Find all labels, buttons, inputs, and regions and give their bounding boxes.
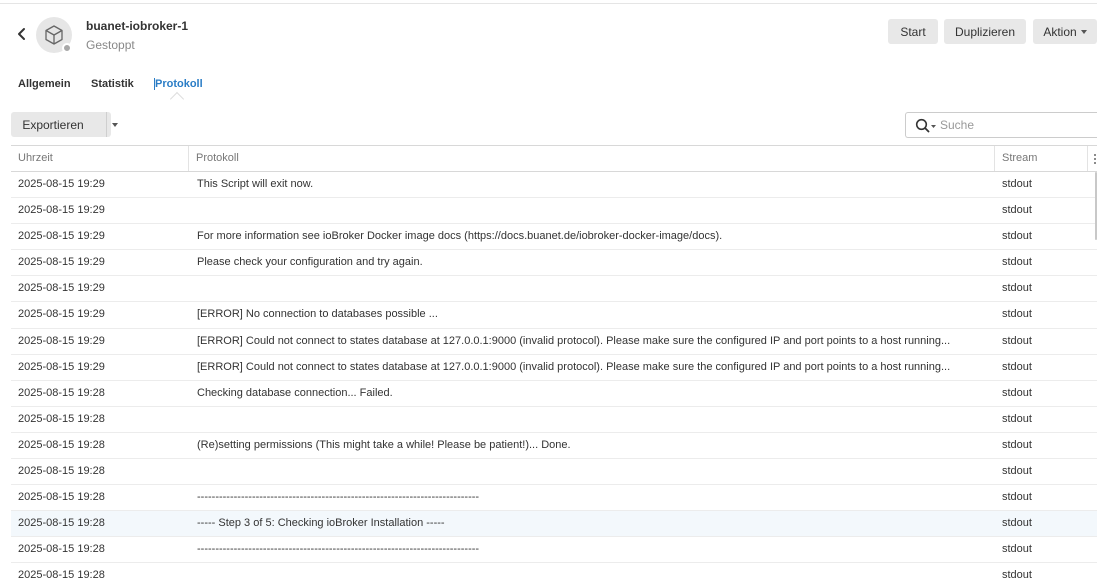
cell-time: 2025-08-15 19:29 [18,204,105,217]
table-row[interactable]: 2025-08-15 19:28 ------------------------… [11,537,1097,564]
app-status: Gestoppt [86,38,135,52]
export-dropdown-toggle[interactable] [107,112,122,137]
action-dropdown[interactable]: Aktion [1033,19,1097,44]
search-options-button[interactable] [915,118,937,134]
cell-time: 2025-08-15 19:29 [18,230,105,243]
tab-allgemein[interactable]: Allgemein [18,78,71,90]
cell-log [190,276,985,302]
table-row[interactable]: 2025-08-15 19:28 Checking database connec… [11,381,1097,407]
cell-log: Checking database connection... Failed. [197,386,393,399]
status-indicator [62,43,72,53]
cell-log: Please check your configuration and try … [197,256,423,269]
cell-log: ----- Step 3 of 5: Checking ioBroker Ins… [197,517,445,530]
package-icon [45,25,63,45]
cell-time: 2025-08-15 19:28 [18,543,105,556]
cell-stream: stdout [1002,543,1032,556]
cell-time: 2025-08-15 19:28 [18,412,105,425]
table-row[interactable]: 2025-08-15 19:29 [ERROR] Could not connec… [11,355,1097,381]
tab-statistik[interactable]: Statistik [91,78,134,90]
cell-stream: stdout [1002,517,1032,530]
table-header: Uhrzeit Protokoll Stream [11,146,1097,172]
cell-time: 2025-08-15 19:29 [18,178,105,190]
table-row[interactable]: 2025-08-15 19:29 [ERROR] Could not connec… [11,329,1097,355]
cell-stream: stdout [1002,230,1032,243]
cell-stream: stdout [1002,465,1032,478]
column-header-stream[interactable]: Stream [995,146,1088,171]
action-dropdown-label: Aktion [1043,24,1077,39]
column-header-log[interactable]: Protokoll [189,146,995,171]
cell-stream: stdout [1002,308,1032,321]
cell-stream: stdout [1002,334,1032,347]
cell-stream: stdout [1002,204,1032,217]
cell-log [190,563,985,586]
tab-protokoll[interactable]: Protokoll [154,78,203,90]
start-button[interactable]: Start [888,19,938,44]
cell-log [190,407,985,433]
cell-stream: stdout [1002,282,1032,295]
cell-time: 2025-08-15 19:28 [18,438,105,451]
cell-stream: stdout [1002,569,1032,582]
cell-time: 2025-08-15 19:28 [18,386,105,399]
cell-stream: stdout [1002,256,1032,269]
table-body: 2025-08-15 19:29 This Script will exit no… [11,172,1097,586]
export-button[interactable]: Exportieren [11,112,95,137]
export-button-group: Exportieren [11,112,118,137]
tab-bar: Allgemein Statistik Protokoll [0,70,400,107]
column-header-time[interactable]: Uhrzeit [11,146,189,171]
column-menu-icon[interactable] [1093,146,1097,171]
table-row[interactable]: 2025-08-15 19:29 Please check your config… [11,250,1097,277]
log-table: Uhrzeit Protokoll Stream 2025-08-15 19:2… [11,145,1097,586]
cell-log [190,198,985,224]
caret-down-icon [1080,29,1087,34]
table-row[interactable]: 2025-08-15 19:29 stdout [11,198,1097,225]
cell-stream: stdout [1002,178,1032,190]
cell-time: 2025-08-15 19:28 [18,569,105,582]
table-row[interactable]: 2025-08-15 19:28 stdout [11,563,1097,586]
table-row[interactable]: 2025-08-15 19:28 stdout [11,407,1097,433]
cell-time: 2025-08-15 19:28 [18,491,105,504]
cell-log: This Script will exit now. [197,178,314,190]
table-row[interactable]: 2025-08-15 19:28 ----- Step 3 of 5: Check… [11,511,1097,538]
cell-time: 2025-08-15 19:29 [18,282,105,295]
cell-log: ----------------------------------------… [197,491,480,504]
cell-log: [ERROR] Could not connect to states data… [197,360,951,373]
caret-down-icon [111,122,118,127]
cell-time: 2025-08-15 19:28 [18,517,105,530]
cell-log: [ERROR] No connection to databases possi… [197,308,438,321]
cell-log: (Re)setting permissions (This might take… [197,438,571,451]
search-box [905,112,1097,138]
search-input[interactable] [940,116,1090,134]
table-row[interactable]: 2025-08-15 19:29 For more information see… [11,224,1097,251]
cell-stream: stdout [1002,438,1032,451]
table-row[interactable]: 2025-08-15 19:29 This Script will exit no… [11,172,1097,199]
table-row[interactable]: 2025-08-15 19:28 ------------------------… [11,485,1097,512]
cell-time: 2025-08-15 19:29 [18,308,105,321]
cell-stream: stdout [1002,491,1032,504]
cell-time: 2025-08-15 19:29 [18,360,105,373]
table-row[interactable]: 2025-08-15 19:29 [ERROR] No connection to… [11,302,1097,329]
active-tab-pointer [169,91,185,107]
table-row[interactable]: 2025-08-15 19:28 stdout [11,459,1097,486]
search-icon [915,118,936,133]
chevron-left-icon [18,28,25,40]
cell-time: 2025-08-15 19:29 [18,256,105,269]
cell-time: 2025-08-15 19:29 [18,334,105,347]
cell-log [190,459,985,485]
start-button-label: Start [900,24,926,39]
app-name: buanet-iobroker-1 [86,19,189,33]
back-button[interactable] [12,24,32,44]
table-row[interactable]: 2025-08-15 19:28 (Re)setting permissions … [11,433,1097,460]
table-row[interactable]: 2025-08-15 19:29 stdout [11,276,1097,303]
cell-stream: stdout [1002,386,1032,399]
cell-time: 2025-08-15 19:28 [18,465,105,478]
cell-log: [ERROR] Could not connect to states data… [197,334,951,347]
duplicate-button-label: Duplizieren [954,24,1016,39]
top-divider [0,0,1097,4]
cell-stream: stdout [1002,360,1032,373]
cell-log: For more information see ioBroker Docker… [197,230,723,243]
cell-stream: stdout [1002,412,1032,425]
cell-log: ----------------------------------------… [197,543,480,556]
duplicate-button[interactable]: Duplizieren [944,19,1026,44]
